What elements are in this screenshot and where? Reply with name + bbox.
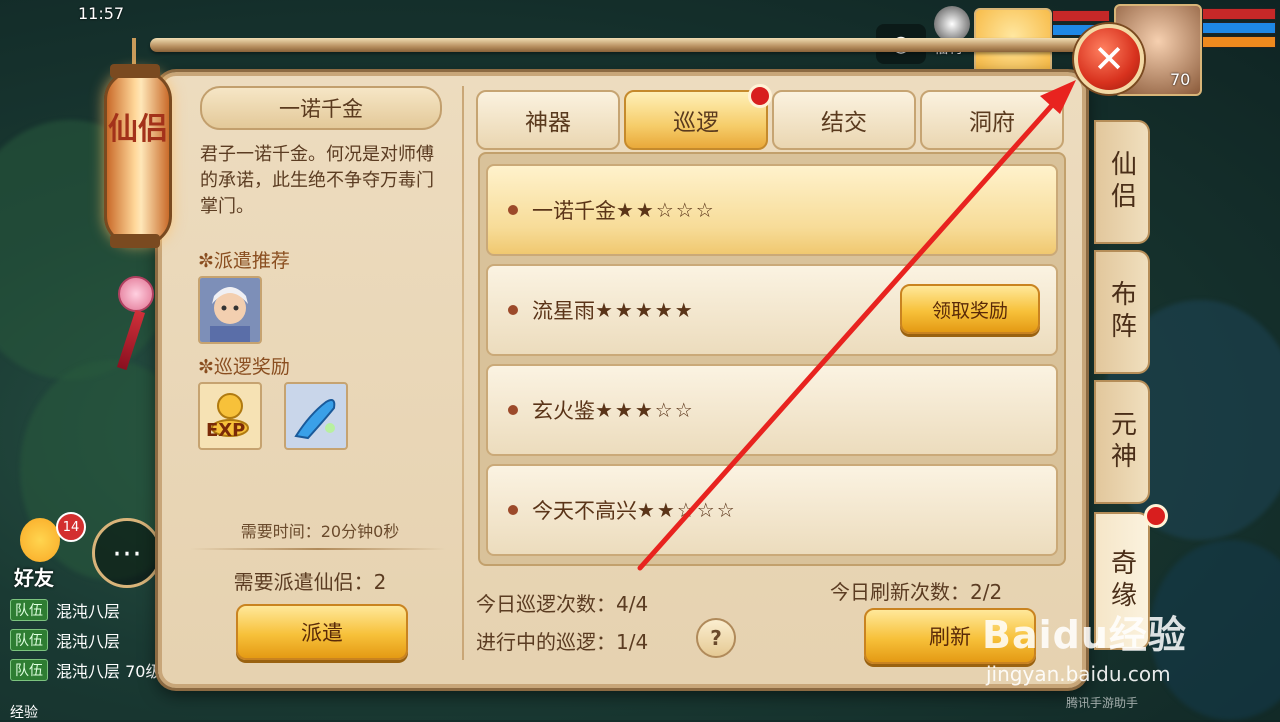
watermark-url: jingyan.baidu.com (986, 662, 1171, 686)
watermark-small: 腾讯手游助手 (1066, 696, 1139, 710)
watermark-brand: Baidu经验 (982, 613, 1187, 657)
